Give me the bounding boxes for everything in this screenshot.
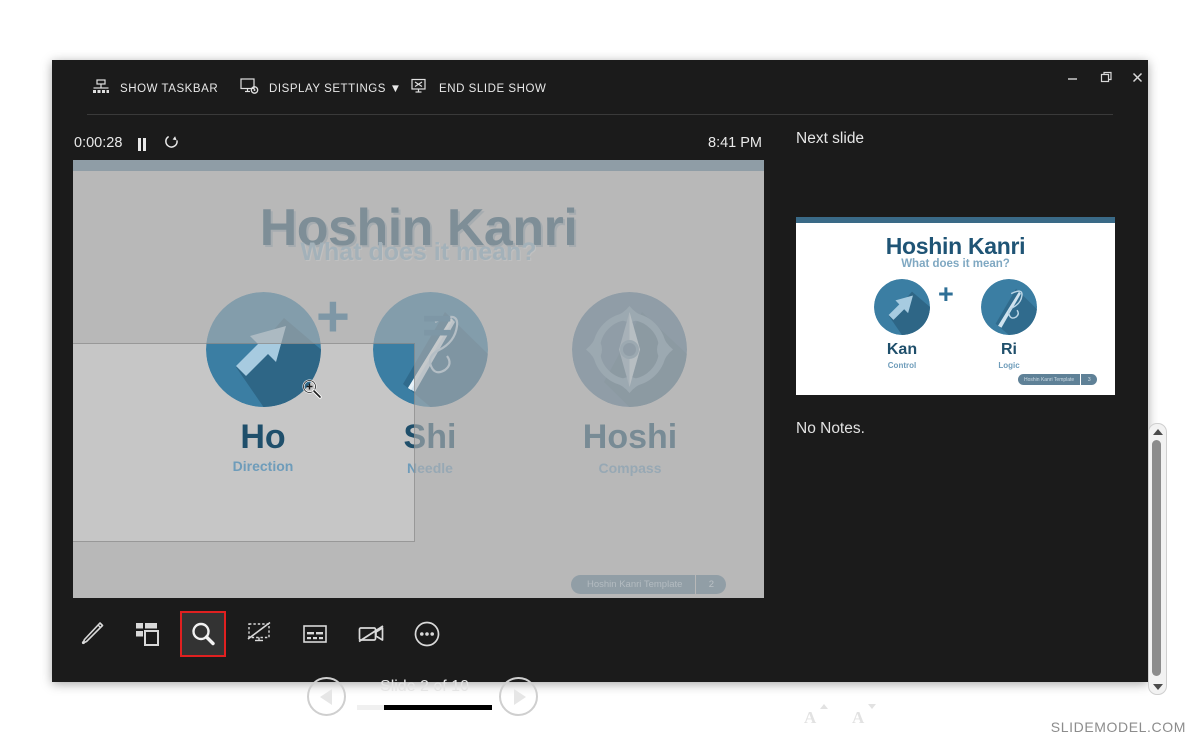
thumbnail-accent-bar [796, 217, 1115, 223]
close-button[interactable] [1120, 64, 1154, 90]
elapsed-timer: 0:00:28 [74, 135, 123, 151]
restart-icon [162, 136, 179, 156]
taskbar-icon [92, 78, 110, 100]
restore-icon [1100, 71, 1113, 84]
all-slides-icon [133, 620, 161, 648]
display-settings-button[interactable]: DISPLAY SETTINGS ▼ [240, 77, 402, 101]
slide-navigation: Slide 2 of 10 [307, 673, 557, 721]
more-options-button[interactable] [406, 613, 448, 655]
thumbnail-term-main-kan: Kan [886, 341, 918, 358]
zoom-tool-button[interactable] [180, 611, 226, 657]
stop-video-icon [357, 620, 385, 648]
slide-footer-number: 2 [695, 575, 726, 594]
slide-footer-badge: Hoshin Kanri Template 2 [571, 575, 727, 594]
thumbnail-footer-name: Hoshin Kanri Template [1024, 376, 1075, 383]
thumbnail-subtitle: What does it mean? [901, 258, 1010, 270]
thumbnail-plus-operator: + [938, 279, 954, 309]
term-sub-compass: Compass [598, 460, 662, 476]
pen-icon [77, 620, 105, 648]
minimize-button[interactable] [1055, 64, 1089, 90]
slidemodel-watermark: SLIDEMODEL.COM [1050, 719, 1186, 735]
all-slides-button[interactable] [126, 613, 168, 655]
previous-slide-icon [319, 688, 332, 705]
restore-button[interactable] [1089, 64, 1123, 90]
subtitles-icon [301, 620, 329, 648]
end-slide-show-button[interactable]: END SLIDE SHOW [410, 77, 546, 101]
thumbnail-term-sub-logic: Logic [998, 361, 1020, 370]
right-panel: Next slide Hoshin Kanri What does it mea… [792, 130, 1167, 726]
next-slide-button[interactable] [499, 677, 538, 716]
scroll-down-icon[interactable] [1149, 680, 1166, 693]
pen-tool-button[interactable] [70, 613, 112, 655]
minimize-icon [1066, 71, 1079, 84]
close-icon [1131, 71, 1144, 84]
slide-subtitle: What does it mean? [300, 238, 537, 266]
increase-font-size-label: A [804, 708, 817, 727]
notes-font-size-buttons: A A [804, 700, 878, 726]
stop-video-button[interactable] [350, 613, 392, 655]
presenter-view-window: SHOW TASKBAR DISPLAY SETTINGS ▼ END SLID… [52, 60, 1167, 726]
thumbnail-term-main-ri: Ri [1001, 341, 1017, 358]
compass-icon [572, 292, 687, 407]
pause-icon-bar-right [143, 137, 147, 151]
presenter-top-command-bar: SHOW TASKBAR DISPLAY SETTINGS ▼ END SLID… [52, 60, 1148, 115]
next-slide-label: Next slide [796, 130, 865, 147]
slide-progress-fill [357, 705, 384, 710]
topbar-divider [87, 114, 1113, 115]
subtitles-button[interactable] [294, 613, 336, 655]
thumbnail-title: Hoshin Kanri [885, 233, 1026, 259]
pause-icon-bar-left [137, 137, 141, 151]
show-taskbar-button[interactable]: SHOW TASKBAR [92, 77, 218, 101]
end-slide-show-label: END SLIDE SHOW [439, 83, 547, 95]
zoom-icon [189, 620, 217, 648]
equals-operator: = [422, 297, 453, 355]
decrease-font-size-button[interactable]: A [852, 700, 878, 726]
previous-slide-button[interactable] [307, 677, 346, 716]
chevron-down-icon [868, 704, 876, 709]
slide-counter-label: Slide 2 of 10 [380, 678, 469, 695]
next-slide-thumbnail[interactable]: Hoshin Kanri What does it mean? + Kan Co… [796, 217, 1115, 395]
screenshot-root: SHOW TASKBAR DISPLAY SETTINGS ▼ END SLID… [0, 0, 1200, 743]
thumbnail-arrow-up-right-icon [874, 279, 930, 335]
thumbnail-footer-badge: Hoshin Kanri Template 3 [1018, 374, 1098, 385]
term-main-hoshi: Hoshi [582, 418, 678, 456]
next-slide-icon [513, 688, 526, 705]
scrollbar-thumb[interactable] [1152, 440, 1161, 676]
end-slide-show-icon [410, 78, 429, 100]
chevron-up-icon [820, 704, 828, 709]
notes-text: No Notes. [796, 420, 865, 437]
scroll-up-icon[interactable] [1149, 425, 1166, 438]
slide-footer-name: Hoshin Kanri Template [587, 579, 683, 590]
thumbnail-footer-number: 3 [1080, 374, 1097, 385]
notes-pane[interactable]: No Notes. [796, 420, 1096, 690]
slide-surface: Hoshin Kanri What does it mean? + = Ho D… [73, 160, 764, 598]
thumbnail-term-sub-control: Control [887, 361, 917, 370]
black-screen-button[interactable] [238, 613, 280, 655]
term-sub-needle: Needle [407, 460, 453, 476]
black-screen-icon [245, 620, 273, 648]
display-settings-icon [240, 78, 259, 100]
increase-font-size-button[interactable]: A [804, 700, 830, 726]
notes-scrollbar[interactable] [1148, 423, 1167, 695]
plus-operator: + [316, 284, 350, 349]
term-main-shi: Shi [403, 418, 457, 456]
pause-timer-button[interactable] [135, 136, 149, 152]
more-options-icon [413, 620, 441, 648]
presenter-tools-toolbar [70, 608, 470, 660]
current-slide-view[interactable]: Hoshin Kanri What does it mean? + = Ho D… [73, 160, 764, 598]
decrease-font-size-label: A [852, 708, 865, 727]
slide-progress-track[interactable] [357, 705, 492, 710]
display-settings-label: DISPLAY SETTINGS ▼ [269, 83, 402, 95]
show-taskbar-label: SHOW TASKBAR [120, 83, 219, 95]
wall-clock: 8:41 PM [708, 135, 762, 151]
restart-timer-button[interactable] [162, 135, 179, 152]
thumbnail-needle-thread-icon [981, 279, 1037, 335]
arrow-up-right-icon [206, 292, 321, 407]
